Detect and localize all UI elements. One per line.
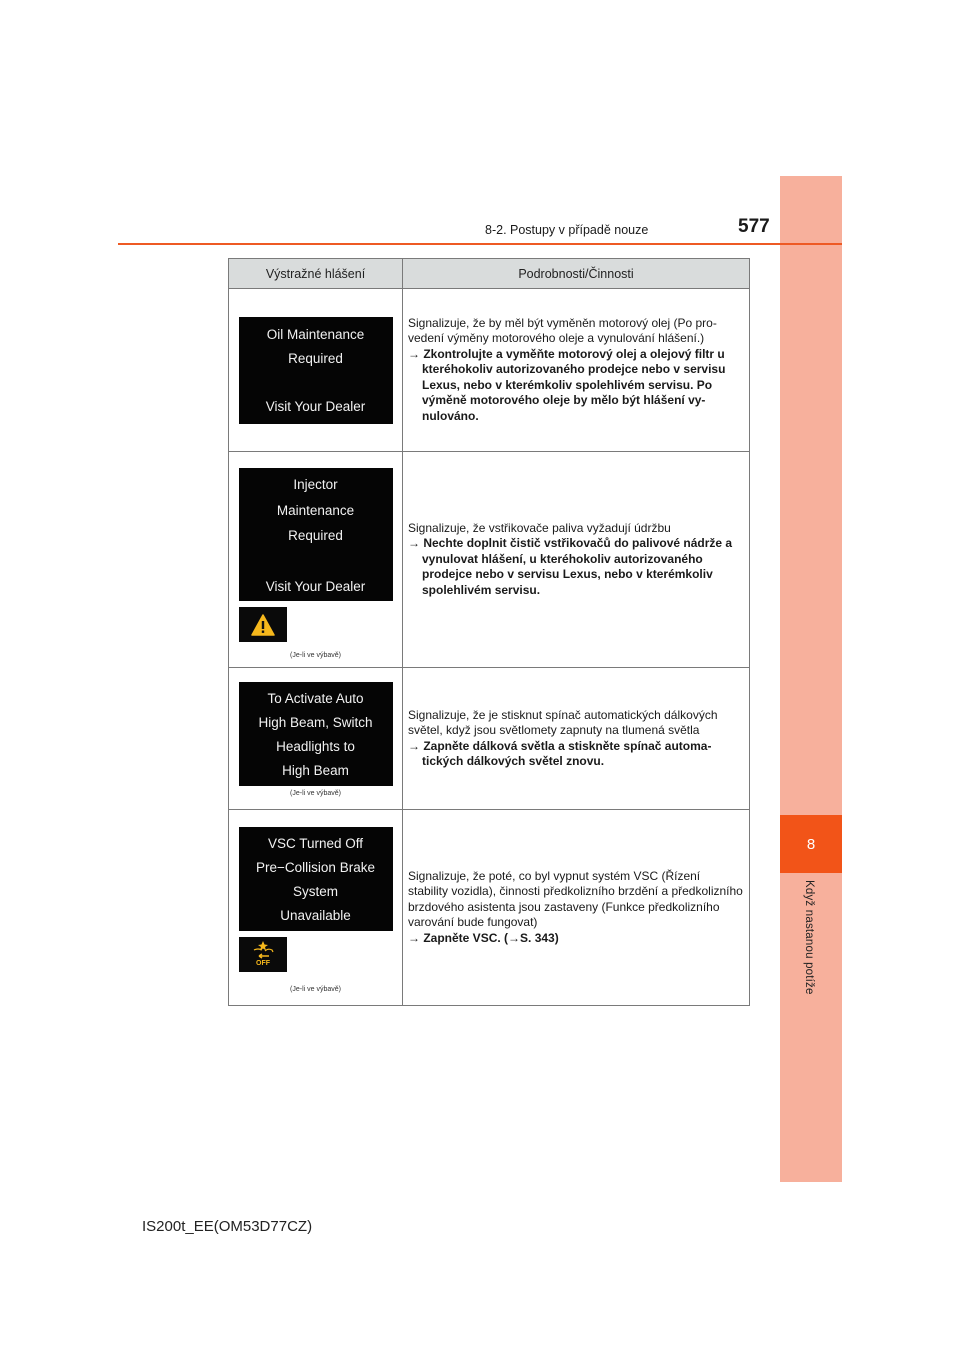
- chapter-tab[interactable]: 8: [780, 815, 842, 873]
- arrow-icon: →: [408, 536, 420, 551]
- model-code: IS200t_EE(OM53D77CZ): [142, 1218, 313, 1235]
- action-text: → Zapněte dálková světla a stiskněte spí…: [408, 738, 712, 769]
- warning-triangle-indicator: [239, 607, 287, 642]
- description-text: Signalizuje, že by měl být vyměněn motor…: [408, 315, 717, 346]
- table-row: VSC Turned Off Pre−Collision Brake Syste…: [228, 809, 750, 1006]
- column-header-details: Podrobnosti/Činnosti: [402, 258, 750, 289]
- arrow-icon: →: [408, 738, 420, 753]
- table-header-row: Výstražné hlášení Podrobnosti/Činnosti: [228, 258, 750, 289]
- table-row: Injector Maintenance Required Visit Your…: [228, 451, 750, 668]
- message-image-cell: Oil Maintenance Required Visit Your Deal…: [228, 288, 403, 452]
- message-image-cell: To Activate Auto High Beam, Switch Headl…: [228, 667, 403, 810]
- vsc-off-display: VSC Turned Off Pre−Collision Brake Syste…: [238, 826, 393, 931]
- message-image-cell: VSC Turned Off Pre−Collision Brake Syste…: [228, 809, 403, 1006]
- chapter-label: Když nastanou potíže: [803, 880, 815, 995]
- header-divider: [118, 243, 842, 245]
- off-label: OFF: [256, 960, 270, 967]
- message-details-cell: Signalizuje, že vstřikovače paliva vyžad…: [402, 451, 750, 668]
- injector-maintenance-display: Injector Maintenance Required Visit Your…: [238, 468, 393, 601]
- optional-equipment-note: (Je-li ve výbavě): [290, 790, 341, 797]
- description-text: Signalizuje, že je stisknut spínač autom…: [408, 707, 718, 738]
- chapter-side-strip: [780, 176, 842, 1182]
- warning-messages-table: Výstražné hlášení Podrobnosti/Činnosti O…: [228, 258, 750, 1006]
- message-details-cell: Signalizuje, že poté, co byl vypnut syst…: [402, 809, 750, 1006]
- table-row: To Activate Auto High Beam, Switch Headl…: [228, 667, 750, 810]
- warning-triangle-icon: [251, 613, 275, 636]
- table-row: Oil Maintenance Required Visit Your Deal…: [228, 288, 750, 452]
- column-header-message: Výstražné hlášení: [228, 258, 403, 289]
- pre-collision-icon: [253, 941, 274, 959]
- description-text: Signalizuje, že vstřikovače paliva vyžad…: [408, 520, 671, 535]
- message-details-cell: Signalizuje, že je stisknut spínač autom…: [402, 667, 750, 810]
- arrow-icon: →: [408, 930, 420, 945]
- message-image-cell: Injector Maintenance Required Visit Your…: [228, 451, 403, 668]
- message-details-cell: Signalizuje, že by měl být vyměněn motor…: [402, 288, 750, 452]
- description-text: Signalizuje, že poté, co byl vypnut syst…: [408, 868, 743, 930]
- action-text: → Zkontrolujte a vyměňte motorový olej a…: [408, 346, 726, 423]
- optional-equipment-note: (Je-li ve výbavě): [290, 652, 341, 659]
- pcs-off-indicator: OFF: [239, 936, 287, 972]
- optional-equipment-note: (Je-li ve výbavě): [290, 985, 341, 993]
- section-title: 8-2. Postupy v případě nouze: [485, 223, 649, 237]
- chapter-number: 8: [806, 835, 816, 853]
- page-number: 577: [738, 216, 770, 237]
- action-text: → Zapněte VSC. (→S. 343): [408, 930, 559, 945]
- arrow-icon: →: [408, 346, 420, 361]
- action-text: → Nechte doplnit čistič vstřikovačů do p…: [408, 536, 733, 597]
- auto-high-beam-display: To Activate Auto High Beam, Switch Headl…: [238, 682, 393, 786]
- oil-maintenance-display: Oil Maintenance Required Visit Your Deal…: [238, 316, 393, 424]
